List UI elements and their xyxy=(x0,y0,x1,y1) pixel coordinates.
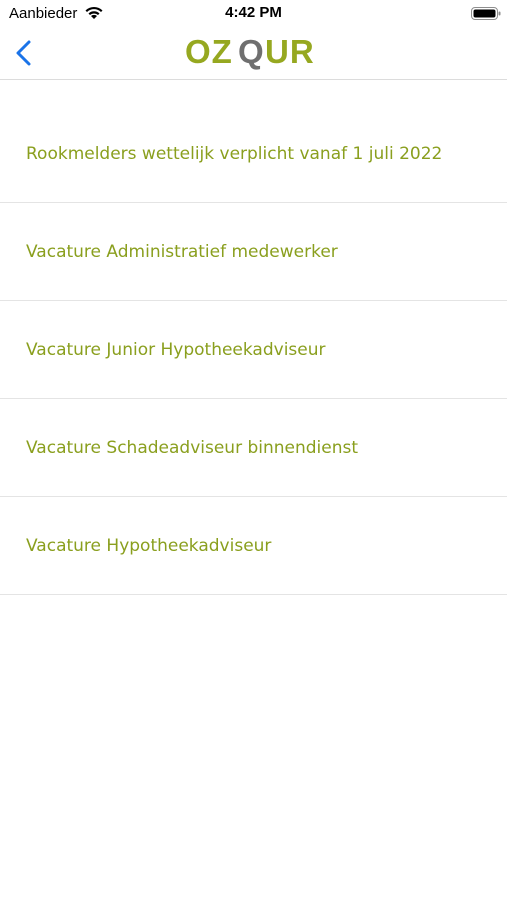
list-item-title: Vacature Hypotheekadviseur xyxy=(26,535,272,556)
status-bar: Aanbieder 4:42 PM xyxy=(0,0,507,28)
list-item-title: Vacature Administratief medewerker xyxy=(26,241,338,262)
clock: 4:42 PM xyxy=(225,4,282,21)
back-chevron-icon[interactable] xyxy=(10,37,40,69)
svg-text:UR: UR xyxy=(265,33,315,70)
battery-icon xyxy=(471,7,501,20)
news-list: Rookmelders wettelijk verplicht vanaf 1 … xyxy=(0,105,507,595)
list-item[interactable]: Vacature Administratief medewerker xyxy=(0,203,507,301)
svg-text:OZ: OZ xyxy=(185,33,233,70)
list-item-title: Vacature Junior Hypotheekadviseur xyxy=(26,339,326,360)
list-item-title: Rookmelders wettelijk verplicht vanaf 1 … xyxy=(26,143,443,164)
list-item[interactable]: Vacature Hypotheekadviseur xyxy=(0,497,507,595)
navigation-bar: OZ Q UR xyxy=(0,28,507,80)
list-item[interactable]: Vacature Schadeadviseur binnendienst xyxy=(0,399,507,497)
list-item[interactable]: Vacature Junior Hypotheekadviseur xyxy=(0,301,507,399)
ozqur-logo: OZ Q UR xyxy=(185,33,315,70)
list-item-title: Vacature Schadeadviseur binnendienst xyxy=(26,437,359,458)
svg-text:Q: Q xyxy=(238,33,265,70)
list-item[interactable]: Rookmelders wettelijk verplicht vanaf 1 … xyxy=(0,105,507,203)
